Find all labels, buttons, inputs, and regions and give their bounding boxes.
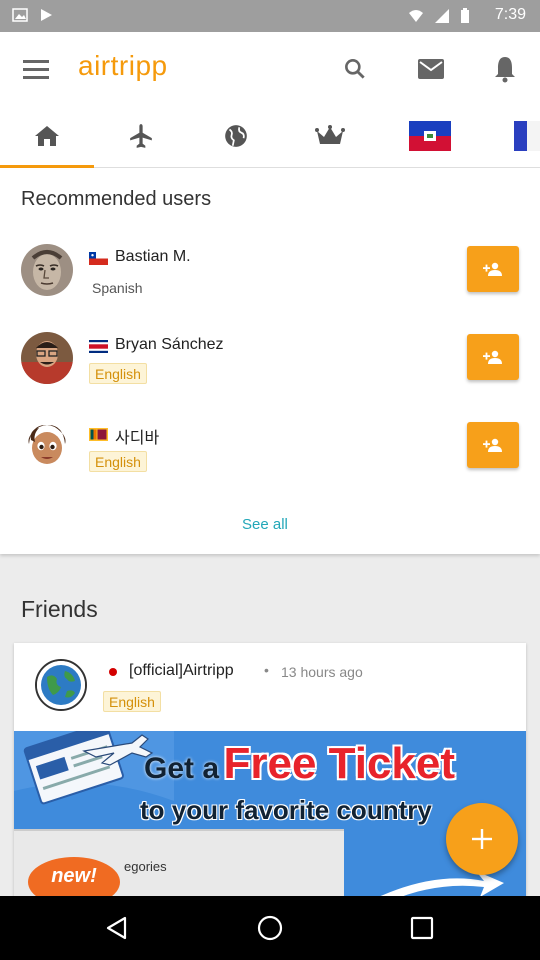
tab-home[interactable] xyxy=(0,104,94,168)
add-person-icon xyxy=(483,350,502,364)
status-time: 7:39 xyxy=(494,6,526,23)
tab-world[interactable] xyxy=(189,104,283,168)
user-name[interactable]: Bastian M. xyxy=(115,248,191,266)
add-person-icon xyxy=(483,438,502,452)
recommended-users-title: Recommended users xyxy=(21,188,212,210)
recents-icon[interactable] xyxy=(402,908,442,948)
banner-free-ticket: Free Ticket xyxy=(223,739,456,788)
user-name[interactable]: Bryan Sánchez xyxy=(115,336,224,354)
notification-bell-icon[interactable] xyxy=(488,52,522,86)
chile-flag-icon xyxy=(89,252,108,265)
separator-dot: • xyxy=(264,662,269,678)
promo-banner-image[interactable]: Get a Free Ticket to your favorite count… xyxy=(14,731,526,903)
battery-icon xyxy=(461,8,469,23)
japan-flag-icon xyxy=(106,665,120,679)
user-name[interactable]: 사디바 xyxy=(115,424,159,448)
user-language-badge: English xyxy=(89,451,147,472)
status-notification-icons xyxy=(12,7,54,23)
signal-icon xyxy=(435,9,449,23)
add-person-icon xyxy=(483,262,502,276)
sri-lanka-flag-icon xyxy=(89,428,108,441)
costa-rica-flag-icon xyxy=(89,340,108,353)
user-language-badge: English xyxy=(89,363,147,384)
banner-headline: Get a Free Ticket xyxy=(144,739,455,789)
france-flag-icon xyxy=(514,121,540,151)
status-bar: 7:39 xyxy=(0,0,540,32)
crown-icon xyxy=(315,125,345,144)
recommended-user-row[interactable]: Bryan Sánchez English xyxy=(0,332,540,420)
avatar[interactable] xyxy=(21,244,73,296)
plus-icon xyxy=(472,829,492,849)
tab-haiti[interactable] xyxy=(383,104,477,168)
add-friend-button[interactable] xyxy=(467,334,519,380)
haiti-flag-icon xyxy=(409,121,451,151)
tab-france[interactable] xyxy=(486,104,540,168)
friend-post-card[interactable]: [official]Airtripp • 13 hours ago Englis… xyxy=(14,643,526,903)
app-logo: airtripp xyxy=(78,50,168,81)
wifi-icon xyxy=(409,10,423,22)
search-icon[interactable] xyxy=(338,52,372,86)
globe-icon xyxy=(225,125,247,147)
tab-flights[interactable] xyxy=(94,104,188,168)
avatar[interactable] xyxy=(21,420,73,472)
add-friend-button[interactable] xyxy=(467,422,519,468)
tab-premium[interactable] xyxy=(283,104,377,168)
airplane-icon xyxy=(130,124,152,148)
user-language: Spanish xyxy=(92,280,143,296)
back-icon[interactable] xyxy=(98,908,138,948)
home-icon xyxy=(35,126,59,146)
see-all-link[interactable]: See all xyxy=(242,516,288,533)
banner-subline: to your favorite country xyxy=(140,795,432,825)
post-timestamp: 13 hours ago xyxy=(281,664,363,680)
banner-get-a: Get a xyxy=(144,752,220,785)
recommended-user-row[interactable]: Bastian M. Spanish xyxy=(0,244,540,332)
mail-icon[interactable] xyxy=(414,52,448,86)
status-system-icons xyxy=(408,8,470,24)
category-tab-bar xyxy=(0,104,540,168)
user-language-badge: English xyxy=(103,691,161,712)
friend-name[interactable]: [official]Airtripp xyxy=(129,662,234,680)
banner-categories-text: egories xyxy=(124,859,167,874)
app-bar: airtripp xyxy=(0,32,540,104)
image-icon xyxy=(12,8,28,22)
home-circle-icon[interactable] xyxy=(250,908,290,948)
avatar[interactable] xyxy=(21,332,73,384)
hamburger-menu-icon[interactable] xyxy=(20,54,52,84)
avatar[interactable] xyxy=(35,659,87,711)
recommended-users-card: Recommended users Bastian M. Spanish Bry… xyxy=(0,168,540,554)
friends-title: Friends xyxy=(21,596,98,622)
add-friend-button[interactable] xyxy=(467,246,519,292)
recommended-user-row[interactable]: 사디바 English xyxy=(0,420,540,508)
create-post-fab[interactable] xyxy=(446,803,518,875)
system-navigation-bar xyxy=(0,896,540,960)
play-store-icon xyxy=(41,9,52,21)
